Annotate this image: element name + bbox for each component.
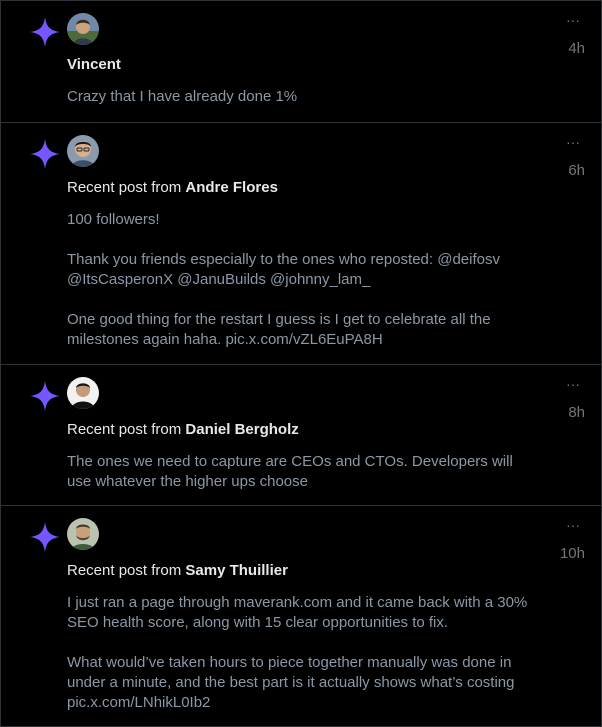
avatar[interactable] <box>67 135 99 167</box>
notification-headline: Vincent <box>67 55 585 75</box>
post-text: The ones we need to capture are CEOs and… <box>67 452 585 492</box>
timestamp: 4h <box>568 40 585 57</box>
notifications-feed: ··· 4h Vincent Crazy that I have already… <box>0 0 602 727</box>
notification-headline: Recent post from Daniel Bergholz <box>67 420 585 440</box>
avatar[interactable] <box>67 518 99 550</box>
post-paragraph: Thank you friends especially to the ones… <box>67 251 500 288</box>
notification-item[interactable]: ··· 4h Vincent Crazy that I have already… <box>1 0 601 123</box>
post-paragraph: 100 followers! <box>67 211 160 228</box>
headline-prefix: Recent post from <box>67 562 186 579</box>
post-paragraph: One good thing for the restart I guess i… <box>67 311 491 348</box>
post-paragraph: I just ran a page through maverank.com a… <box>67 594 528 631</box>
more-options-icon[interactable]: ··· <box>563 377 583 395</box>
post-paragraph: Crazy that I have already done 1% <box>67 88 298 105</box>
user-name[interactable]: Andre Flores <box>185 179 278 196</box>
avatar[interactable] <box>67 377 99 409</box>
sparkle-icon <box>29 521 61 553</box>
more-options-icon[interactable]: ··· <box>563 135 583 153</box>
notification-headline: Recent post from Andre Flores <box>67 178 585 198</box>
post-text: I just ran a page through maverank.com a… <box>67 593 585 713</box>
notification-item[interactable]: ··· 6h Recent post from Andre Flores 100… <box>1 123 601 365</box>
sparkle-icon <box>29 16 61 48</box>
notification-item[interactable]: ··· 10h Recent post from Samy Thuillier … <box>1 506 601 727</box>
timestamp: 6h <box>568 162 585 179</box>
headline-prefix: Recent post from <box>67 421 186 438</box>
user-name[interactable]: Daniel Bergholz <box>185 421 298 438</box>
notification-headline: Recent post from Samy Thuillier <box>67 561 585 581</box>
user-name[interactable]: Vincent <box>67 56 121 73</box>
post-text: 100 followers! Thank you friends especia… <box>67 210 585 350</box>
more-options-icon[interactable]: ··· <box>563 518 583 536</box>
timestamp: 8h <box>568 404 585 421</box>
timestamp: 10h <box>559 545 585 562</box>
notification-item[interactable]: ··· 8h Recent post from Daniel Bergholz … <box>1 365 601 506</box>
headline-prefix: Recent post from <box>67 179 186 196</box>
sparkle-icon <box>29 380 61 412</box>
avatar[interactable] <box>67 13 99 45</box>
post-paragraph: What would’ve taken hours to piece toget… <box>67 654 515 711</box>
user-name[interactable]: Samy Thuillier <box>185 562 288 579</box>
post-text: Crazy that I have already done 1% <box>67 87 585 107</box>
post-paragraph: The ones we need to capture are CEOs and… <box>67 453 513 490</box>
more-options-icon[interactable]: ··· <box>563 13 583 31</box>
sparkle-icon <box>29 138 61 170</box>
